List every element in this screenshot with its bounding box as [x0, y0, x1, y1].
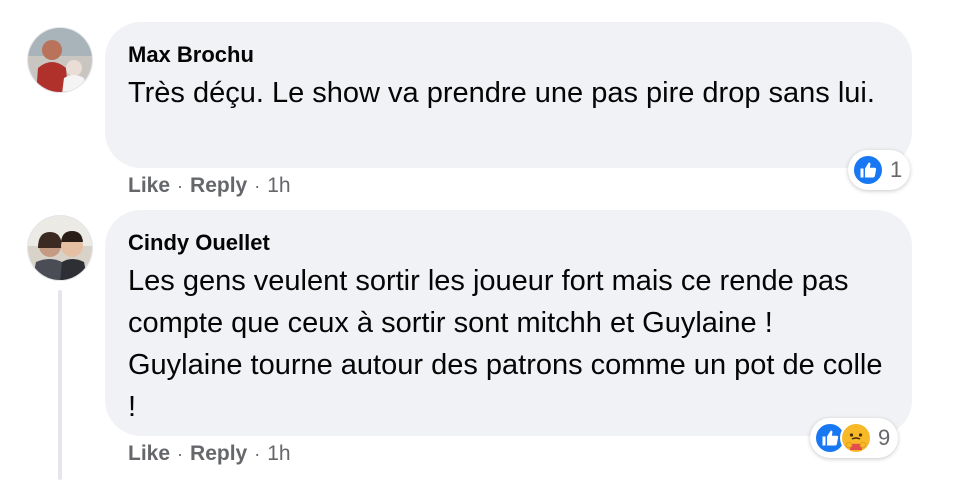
care-icon	[840, 422, 872, 454]
timestamp[interactable]: 1h	[267, 174, 290, 198]
reaction-count: 1	[890, 157, 903, 182]
separator: ·	[254, 175, 261, 196]
reaction-count: 9	[878, 425, 891, 450]
separator: ·	[177, 443, 184, 464]
avatar[interactable]	[27, 27, 93, 93]
like-button[interactable]: Like	[128, 442, 170, 466]
reaction-summary[interactable]: 1	[848, 150, 911, 190]
timestamp[interactable]: 1h	[267, 442, 290, 466]
comment-author[interactable]: Max Brochu	[128, 42, 254, 68]
like-icon	[852, 154, 884, 186]
comment-text: Très déçu. Le show va prendre une pas pi…	[128, 77, 875, 109]
comment-actions: Like · Reply · 1h	[128, 442, 291, 466]
separator: ·	[177, 175, 184, 196]
reply-button[interactable]: Reply	[190, 174, 247, 198]
comment-actions: Like · Reply · 1h	[128, 174, 291, 198]
reply-thread-line	[58, 290, 62, 480]
reply-button[interactable]: Reply	[190, 442, 247, 466]
avatar[interactable]	[27, 215, 93, 281]
comment-text: Les gens veulent sortir les joueur fort …	[128, 265, 883, 423]
separator: ·	[254, 443, 261, 464]
comment-author[interactable]: Cindy Ouellet	[128, 230, 270, 256]
reaction-summary[interactable]: 9	[810, 418, 899, 458]
like-button[interactable]: Like	[128, 174, 170, 198]
